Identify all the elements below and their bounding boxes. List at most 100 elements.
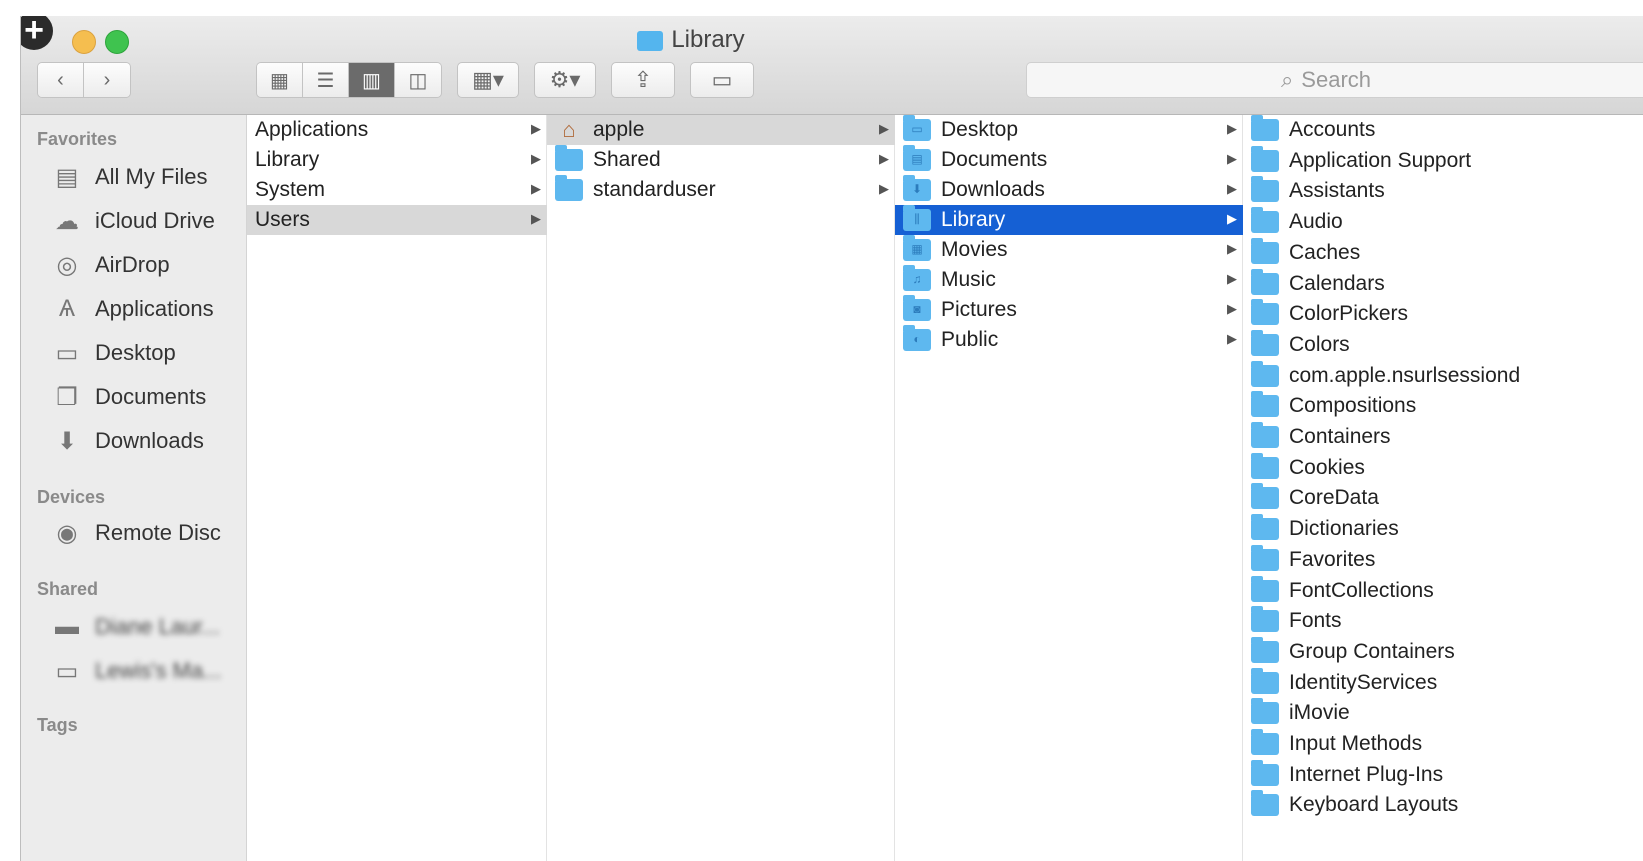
list-item-selected[interactable]: Users ▶ [247,205,547,235]
list-item[interactable]: IdentityServices [1243,667,1643,698]
movies-folder-icon: ▦ [903,235,931,261]
sidebar-item-downloads[interactable]: ⬇ Downloads [51,421,204,461]
icon-view-button[interactable]: ▦ [257,63,303,97]
list-item[interactable]: Assistants [1243,176,1643,206]
list-item[interactable]: Colors [1243,329,1643,360]
folder-icon [1251,176,1279,203]
computer-icon: ▭ [55,657,79,685]
list-item[interactable]: ▦ Movies ▶ [895,235,1243,265]
list-item[interactable]: Favorites [1243,544,1643,575]
folder-icon [1251,207,1279,234]
list-item[interactable]: Audio [1243,207,1643,237]
list-item[interactable]: Internet Plug-Ins [1243,759,1643,790]
list-item[interactable]: ▭ Desktop ▶ [895,115,1243,145]
documents-icon: ❐ [56,383,78,411]
files-icon: ▤ [55,163,79,191]
list-item-label: Colors [1289,332,1350,356]
list-item-label: Compositions [1289,394,1417,418]
action-gear-button[interactable]: ⚙▾ [534,62,596,98]
sidebar-item-desktop[interactable]: ▭ Desktop [51,333,176,373]
folder-icon [555,175,583,201]
sidebar-item-remote-disc[interactable]: ◉ Remote Disc [51,513,221,553]
list-item[interactable]: Dictionaries [1243,514,1643,544]
search-icon: ⌕ [1280,67,1294,92]
sidebar-item-icloud-drive[interactable]: ☁ iCloud Drive [51,201,215,241]
list-item[interactable]: Caches [1243,237,1643,268]
sidebar-item-airdrop[interactable]: ◎ AirDrop [51,245,170,285]
sidebar-item-all-my-files[interactable]: ▤ All My Files [51,157,208,197]
list-item[interactable]: Fonts [1243,606,1643,636]
list-item-label: Caches [1289,240,1361,264]
documents-folder-icon: ▤ [903,145,931,171]
list-item[interactable]: Application Support [1243,145,1643,176]
list-item-label: IdentityServices [1289,670,1438,694]
folder-icon [1251,391,1279,418]
tag-button[interactable]: ▭ [690,62,754,98]
sidebar-item-documents[interactable]: ❐ Documents [51,377,206,417]
column-1: Applications ▶ Library ▶ System ▶ Users ▶ [247,115,547,861]
chevron-right-icon: ▶ [1227,121,1237,136]
public-folder-icon: ◐ [903,325,931,351]
sidebar-heading-favorites: Favorites [37,129,118,149]
column-2: ⌂ apple ▶ Shared ▶ standarduser ▶ [547,115,895,861]
list-item[interactable]: Shared ▶ [547,145,895,175]
list-item[interactable]: Group Containers [1243,636,1643,667]
list-view-button[interactable]: ☰ [303,63,349,97]
back-button[interactable]: ‹ [38,63,84,97]
column-3: ▭ Desktop ▶ ▤ Documents ▶ ⬇ Downloads ▶ ⫼ Libra… [895,115,1243,861]
chevron-right-icon: ▶ [1227,151,1237,166]
list-item[interactable]: ♫ Music ▶ [895,265,1243,295]
column-view-button[interactable]: ▥ [349,63,395,97]
list-item[interactable]: com.apple.nsurlsessiond [1243,360,1643,391]
list-item[interactable]: Applications ▶ [247,115,547,145]
chevron-right-icon: ▶ [879,151,889,166]
folder-icon [1251,729,1279,755]
list-item[interactable]: iMovie [1243,698,1643,728]
folder-icon [1251,606,1279,633]
chevron-right-icon: ▶ [531,181,541,196]
list-item[interactable]: Containers [1243,422,1643,452]
list-item[interactable]: CoreData [1243,483,1643,513]
list-item-selected[interactable]: ⫼ Library ▶ [895,205,1243,235]
sidebar-item-shared-2[interactable]: ▭ Lewis's Ma... [51,651,222,691]
list-item[interactable]: Library ▶ [247,145,547,175]
list-item[interactable]: Keyboard Layouts [1243,790,1643,820]
sidebar-heading-tags: Tags [37,715,78,735]
list-item[interactable]: Calendars [1243,268,1643,299]
search-field[interactable]: ⌕ Search [1026,62,1643,98]
list-item[interactable]: System ▶ [247,175,547,205]
folder-icon [1251,575,1279,602]
list-item[interactable]: ◙ Pictures ▶ [895,295,1243,325]
list-item-label: Fonts [1289,609,1342,633]
chevron-right-icon: ▶ [531,121,541,136]
list-item[interactable]: ◐ Public ▶ [895,325,1243,355]
list-item[interactable]: Accounts [1243,115,1643,145]
folder-icon [1251,452,1279,479]
arrange-button[interactable]: ▦▾ [457,62,519,98]
list-item[interactable]: standarduser ▶ [547,175,895,205]
list-item-label: Group Containers [1289,639,1455,663]
desktop-icon: ▭ [55,339,79,367]
column-4: Accounts Application Support Assistants Aud… [1243,115,1643,861]
folder-icon [1251,145,1279,172]
list-item[interactable]: Input Methods [1243,729,1643,759]
list-item-selected[interactable]: ⌂ apple ▶ [547,115,895,145]
list-item[interactable]: Cookies [1243,452,1643,483]
list-item-label: CoreData [1289,486,1379,510]
sidebar-item-applications[interactable]: Ѧ Applications [51,289,214,329]
desktop-folder-icon: ▭ [903,115,931,141]
share-button[interactable]: ⇪ [611,62,675,98]
downloads-folder-icon: ⬇ [903,175,931,201]
list-item-label: Containers [1289,425,1391,448]
list-item[interactable]: Compositions [1243,391,1643,421]
forward-button[interactable]: › [84,63,130,97]
list-item[interactable]: ⬇ Downloads ▶ [895,175,1243,205]
list-item[interactable]: ▤ Documents ▶ [895,145,1243,175]
list-item-label: Keyboard Layouts [1289,793,1459,817]
list-item[interactable]: ColorPickers [1243,299,1643,329]
list-item-label: Internet Plug-Ins [1289,762,1444,786]
sidebar-item-shared-1[interactable]: ▬ Diane Laur... [51,607,220,647]
coverflow-view-button[interactable]: ◫ [395,63,441,97]
folder-icon [1251,636,1279,663]
list-item[interactable]: FontCollections [1243,575,1643,606]
